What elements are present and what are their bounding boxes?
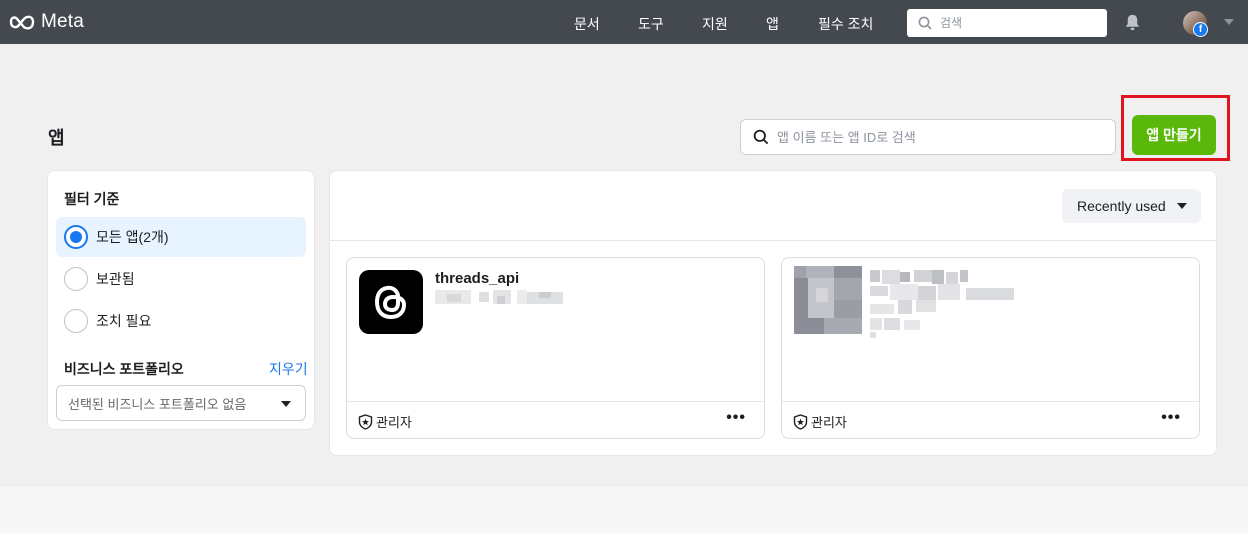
clear-filter-link[interactable]: 지우기	[269, 359, 308, 379]
nav-tools[interactable]: 도구	[638, 14, 664, 34]
app-name: threads_api	[435, 270, 520, 287]
app-search-input[interactable]	[777, 129, 1097, 145]
nav-required-actions[interactable]: 필수 조치	[818, 14, 873, 34]
app-role: 관리자	[793, 412, 847, 431]
search-icon	[918, 16, 932, 30]
shield-icon	[358, 413, 373, 430]
card-divider	[782, 401, 1199, 402]
filter-option-archived[interactable]: 보관됨	[56, 259, 306, 299]
bell-icon[interactable]	[1123, 13, 1142, 32]
apps-panel: Recently used threads_api 관리자 ••• 관리자 ••…	[329, 170, 1217, 456]
business-portfolio-select[interactable]: 선택된 비즈니스 포트폴리오 없음	[56, 385, 306, 421]
shield-icon	[793, 413, 808, 430]
divider	[330, 240, 1216, 241]
card-divider	[347, 401, 764, 402]
business-portfolio-title: 비즈니스 포트폴리오	[64, 361, 184, 377]
blurred-app-name	[870, 270, 1016, 340]
blurred-app-icon	[794, 266, 862, 334]
filter-option-label: 보관됨	[96, 271, 135, 287]
app-search-box[interactable]	[740, 119, 1116, 155]
radio-selected-icon	[64, 225, 88, 249]
nav-docs[interactable]: 문서	[574, 14, 600, 34]
top-search-input[interactable]	[940, 16, 1090, 30]
threads-icon	[359, 270, 423, 334]
meta-logo-text: Meta	[41, 11, 85, 32]
filter-option-all-apps[interactable]: 모든 앱(2개)	[56, 217, 306, 257]
create-app-button[interactable]: 앱 만들기	[1132, 115, 1216, 155]
top-search-box[interactable]	[907, 9, 1107, 37]
app-role-label: 관리자	[811, 415, 847, 430]
blurred-app-id	[435, 290, 567, 306]
filter-option-label: 모든 앱(2개)	[96, 229, 169, 245]
more-options-icon[interactable]: •••	[726, 410, 746, 426]
nav-apps[interactable]: 앱	[766, 14, 779, 34]
meta-infinity-icon	[9, 15, 35, 30]
app-role-label: 관리자	[376, 415, 412, 430]
meta-logo[interactable]: Meta	[8, 10, 84, 34]
sort-label: Recently used	[1077, 198, 1166, 214]
more-options-icon[interactable]: •••	[1161, 410, 1181, 426]
filter-panel: 필터 기준 모든 앱(2개) 보관됨 조치 필요 비즈니스 포트폴리오 지우기 …	[47, 170, 315, 430]
radio-unselected-icon	[64, 309, 88, 333]
app-card-threads-api[interactable]: threads_api 관리자 •••	[346, 257, 765, 439]
account-caret-icon[interactable]	[1224, 19, 1234, 25]
radio-unselected-icon	[64, 267, 88, 291]
facebook-badge-icon: f	[1193, 22, 1208, 37]
footer-area	[0, 487, 1248, 533]
app-role: 관리자	[358, 412, 412, 431]
search-icon	[753, 129, 769, 145]
app-card-blurred[interactable]: 관리자 •••	[781, 257, 1200, 439]
filter-title: 필터 기준	[64, 191, 120, 207]
sort-dropdown[interactable]: Recently used	[1062, 189, 1201, 223]
filter-option-action-required[interactable]: 조치 필요	[56, 301, 306, 341]
chevron-down-icon	[281, 401, 291, 407]
page-title: 앱	[48, 128, 65, 148]
nav-support[interactable]: 지원	[702, 14, 728, 34]
filter-option-label: 조치 필요	[96, 313, 152, 329]
chevron-down-icon	[1177, 203, 1187, 209]
business-portfolio-select-value: 선택된 비즈니스 포트폴리오 없음	[68, 396, 247, 412]
top-nav-bar: Meta 문서 도구 지원 앱 필수 조치 f	[0, 0, 1248, 44]
